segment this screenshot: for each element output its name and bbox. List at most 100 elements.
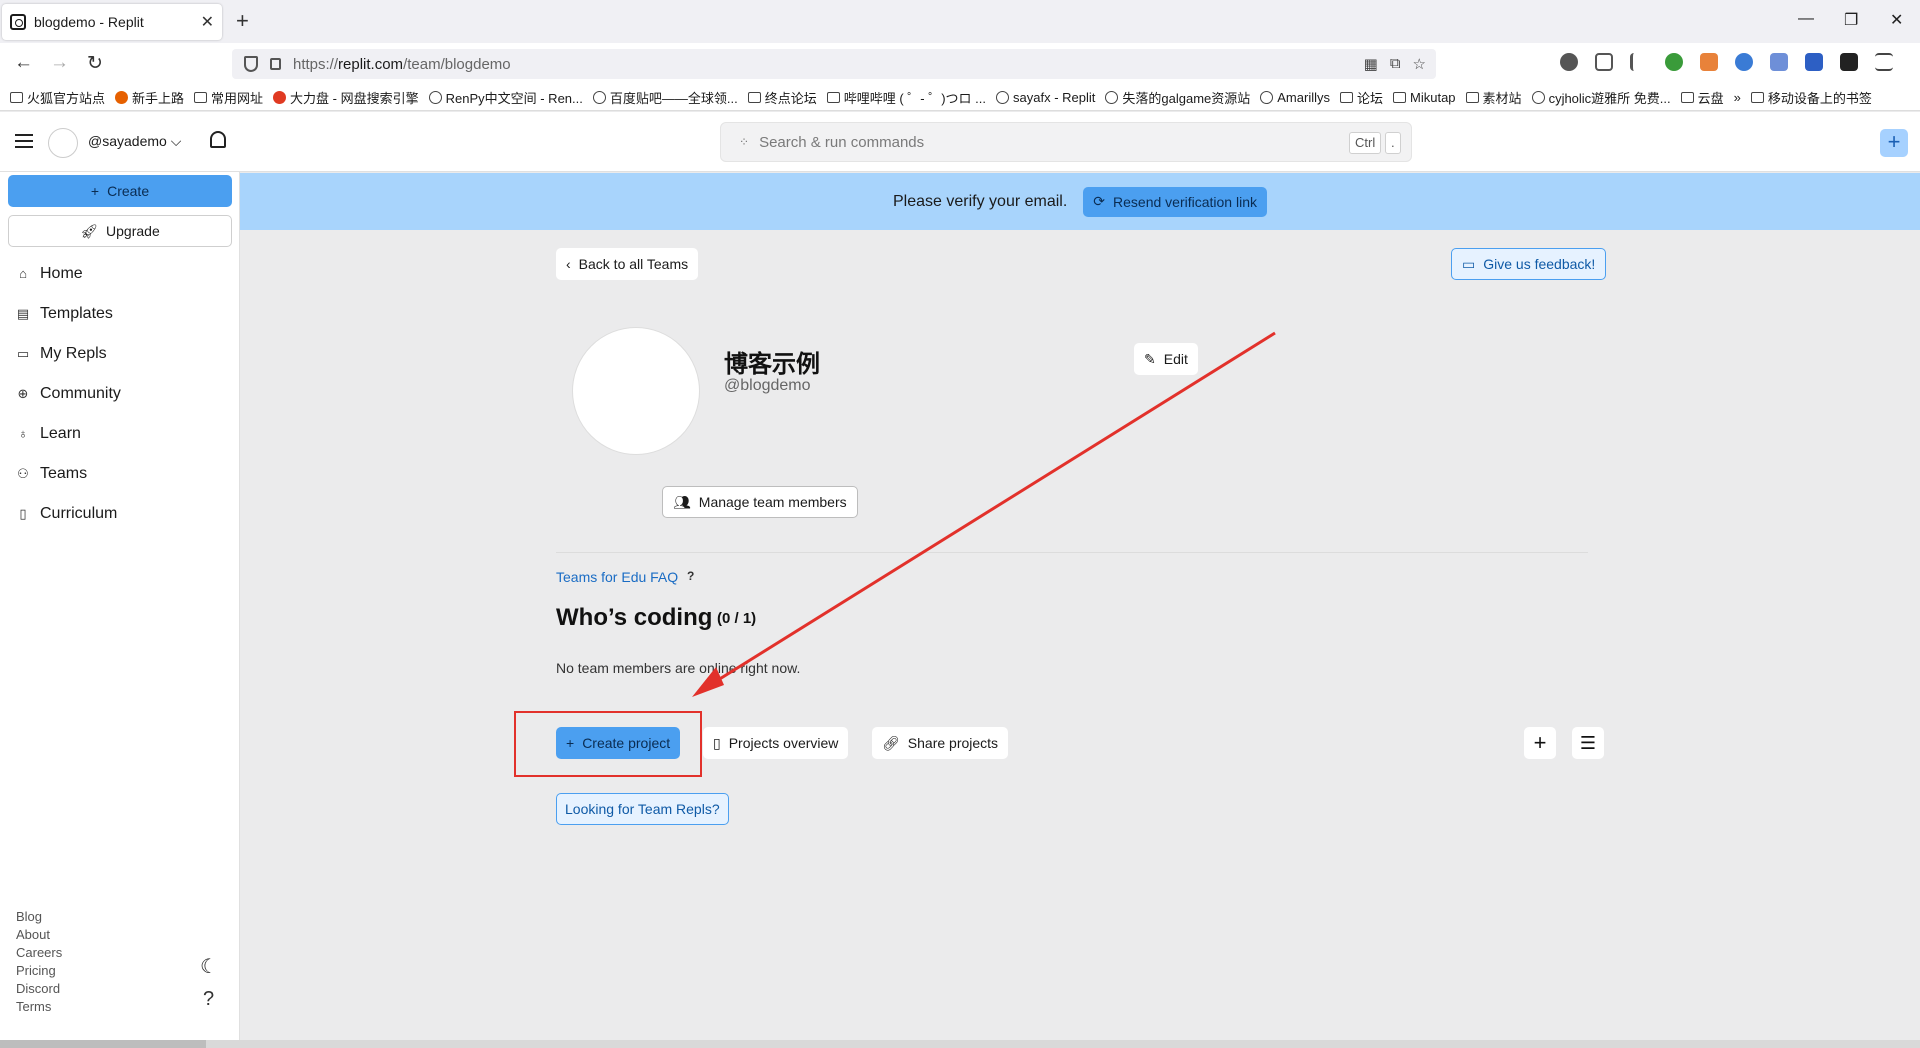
bookmark-label: 哔哩哔哩 ( ゜- ゜)つロ ... bbox=[843, 91, 987, 106]
extension-blue-icon[interactable] bbox=[1735, 53, 1753, 71]
qr-code-icon[interactable]: ▦ bbox=[1364, 55, 1378, 73]
footer-link-about[interactable]: About bbox=[16, 926, 62, 944]
bookmark-label: sayafx - Replit bbox=[1013, 90, 1096, 105]
folder-icon bbox=[1465, 92, 1479, 103]
bookmark-item[interactable]: 常用网址 bbox=[194, 88, 263, 107]
username-dropdown[interactable]: @sayademo ⌵ bbox=[88, 133, 181, 150]
bookmark-star-icon[interactable]: ☆ bbox=[1413, 55, 1426, 73]
bookmark-item[interactable]: 失落的galgame资源站 bbox=[1105, 88, 1250, 107]
sidebar-item-my-repls[interactable]: ▭ My Repls bbox=[0, 334, 240, 374]
sidebar-item-teams[interactable]: ⚇ Teams bbox=[0, 454, 240, 494]
bookmark-item[interactable]: RenPy中文空间 - Ren... bbox=[428, 88, 583, 107]
sidebar-item-label: Community bbox=[40, 385, 121, 402]
forward-arrow-icon[interactable]: → bbox=[50, 52, 69, 74]
bookmark-item[interactable]: 移动设备上的书签 bbox=[1750, 88, 1872, 107]
chevron-left-icon: ‹ bbox=[566, 256, 571, 272]
bookmark-item[interactable]: 终点论坛 bbox=[747, 88, 817, 107]
share-projects-button[interactable]: 🔗︎ Share projects bbox=[872, 727, 1009, 759]
footer-link-pricing[interactable]: Pricing bbox=[16, 962, 62, 980]
bookmark-label: » bbox=[1733, 90, 1741, 105]
list-view-icon[interactable]: ☰ bbox=[1572, 727, 1604, 759]
pencil-icon: ✎ bbox=[1144, 350, 1156, 367]
tab-close-icon[interactable]: ✕ bbox=[201, 12, 214, 32]
bookmark-item[interactable]: 云盘 bbox=[1680, 88, 1724, 107]
bookmark-label: 百度贴吧——全球领... bbox=[609, 91, 738, 106]
no-members-text: No team members are online right now. bbox=[556, 660, 801, 676]
browser-tab[interactable]: blogdemo - Replit ✕ bbox=[2, 4, 222, 40]
sidebar-item-learn[interactable]: ♁ Learn bbox=[0, 414, 240, 454]
faq-question-icon[interactable]: ? bbox=[687, 569, 694, 583]
extension-purple-icon[interactable] bbox=[1770, 53, 1788, 71]
annotation-highlight-box bbox=[514, 711, 702, 777]
bookmark-item[interactable]: Amarillys bbox=[1260, 90, 1330, 105]
globe-icon: ⊕ bbox=[17, 386, 29, 401]
bookmark-item[interactable]: cyjholic遊雅所 免费... bbox=[1531, 88, 1671, 107]
bookmark-item[interactable]: Mikutap bbox=[1393, 90, 1456, 105]
bookmark-item[interactable]: 火狐官方站点 bbox=[10, 88, 105, 107]
chat-icon: ▭ bbox=[1462, 255, 1476, 272]
horizontal-scrollbar[interactable] bbox=[0, 1040, 1920, 1048]
translate-extension-icon[interactable] bbox=[1805, 53, 1823, 71]
sidebar-item-home[interactable]: ⌂ Home bbox=[0, 254, 240, 294]
url-bar[interactable]: https://replit.com/team/blogdemo ▦ ⧉ ☆ bbox=[232, 49, 1436, 79]
sidebar-item-templates[interactable]: ▤ Templates bbox=[0, 294, 240, 334]
edit-button[interactable]: ✎ Edit bbox=[1134, 343, 1198, 375]
bookmark-item[interactable]: 素材站 bbox=[1465, 88, 1522, 107]
menu-icon[interactable] bbox=[1875, 53, 1893, 71]
footer-link-terms[interactable]: Terms bbox=[16, 998, 62, 1016]
search-input[interactable]: ⁘ Search & run commands Ctrl . bbox=[720, 122, 1412, 162]
projects-overview-button[interactable]: ▯ Projects overview bbox=[703, 727, 849, 759]
resend-verification-button[interactable]: ⟳ Resend verification link bbox=[1083, 186, 1267, 217]
scrollbar-thumb[interactable] bbox=[0, 1040, 206, 1048]
extension-dark-icon[interactable] bbox=[1840, 53, 1858, 71]
sidebar-item-curriculum[interactable]: ▯ Curriculum bbox=[0, 494, 240, 534]
crop-icon[interactable] bbox=[1595, 53, 1613, 71]
footer-link-careers[interactable]: Careers bbox=[16, 944, 62, 962]
feedback-button[interactable]: ▭ Give us feedback! bbox=[1451, 248, 1607, 280]
undo-icon[interactable] bbox=[1630, 53, 1648, 71]
bookmark-item[interactable]: 哔哩哔哩 ( ゜- ゜)つロ ... bbox=[826, 88, 987, 107]
extension-badge-icon[interactable] bbox=[1560, 53, 1578, 71]
manage-members-button[interactable]: 👥︎ Manage team members bbox=[662, 486, 858, 518]
add-icon[interactable]: + bbox=[1524, 727, 1556, 759]
app-header: @sayademo ⌵ ⁘ Search & run commands Ctrl… bbox=[0, 112, 1920, 172]
bookmark-item[interactable]: 新手上路 bbox=[115, 88, 184, 107]
reload-icon[interactable]: ↻ bbox=[87, 52, 103, 75]
footer-link-blog[interactable]: Blog bbox=[16, 908, 62, 926]
footer-link-discord[interactable]: Discord bbox=[16, 980, 62, 998]
bookmark-label: 论坛 bbox=[1357, 91, 1384, 106]
bookmarks-bar: 火狐官方站点 新手上路 常用网址 大力盘 - 网盘搜索引擎 RenPy中文空间 - Re… bbox=[0, 85, 1920, 111]
users-icon: 👥︎ bbox=[673, 493, 691, 510]
help-icon[interactable]: ? bbox=[203, 988, 214, 1011]
banner-text: Please verify your email. bbox=[893, 192, 1068, 210]
bookmark-item[interactable]: sayafx - Replit bbox=[996, 90, 1095, 105]
back-label: Back to all Teams bbox=[578, 256, 689, 272]
url-path: /team/blogdemo bbox=[403, 55, 511, 73]
moon-icon[interactable]: ☾ bbox=[200, 954, 218, 979]
back-to-teams-button[interactable]: ‹ Back to all Teams bbox=[556, 248, 699, 280]
bookmark-item[interactable]: 论坛 bbox=[1340, 88, 1383, 107]
bookmark-item[interactable]: » bbox=[1734, 90, 1741, 105]
bell-icon[interactable] bbox=[210, 131, 226, 148]
create-button[interactable]: + Create bbox=[8, 175, 232, 207]
extension-green-icon[interactable] bbox=[1665, 53, 1683, 71]
create-plus-button[interactable]: + bbox=[1880, 129, 1908, 157]
upgrade-button[interactable]: 🚀︎ Upgrade bbox=[8, 215, 232, 247]
extension-orange-icon[interactable] bbox=[1700, 53, 1718, 71]
sidebar-item-community[interactable]: ⊕ Community bbox=[0, 374, 240, 414]
minimize-icon[interactable]: — bbox=[1798, 10, 1814, 28]
restore-icon[interactable]: ❐ bbox=[1844, 10, 1858, 30]
team-repls-button[interactable]: Looking for Team Repls? bbox=[556, 793, 729, 825]
user-avatar[interactable] bbox=[48, 128, 78, 158]
close-window-icon[interactable]: ✕ bbox=[1890, 10, 1903, 30]
faq-link[interactable]: Teams for Edu FAQ bbox=[556, 569, 678, 585]
bookmark-item[interactable]: 百度贴吧——全球领... bbox=[592, 88, 738, 107]
hamburger-menu-icon[interactable] bbox=[15, 134, 33, 148]
translate-icon[interactable]: ⧉ bbox=[1390, 55, 1401, 73]
new-tab-button[interactable]: + bbox=[236, 8, 249, 34]
create-label: Create bbox=[107, 183, 150, 199]
team-handle: @blogdemo bbox=[724, 377, 811, 394]
back-arrow-icon[interactable]: ← bbox=[14, 52, 33, 74]
bookmark-item[interactable]: 大力盘 - 网盘搜索引擎 bbox=[273, 88, 419, 107]
folder-icon bbox=[1340, 92, 1353, 103]
